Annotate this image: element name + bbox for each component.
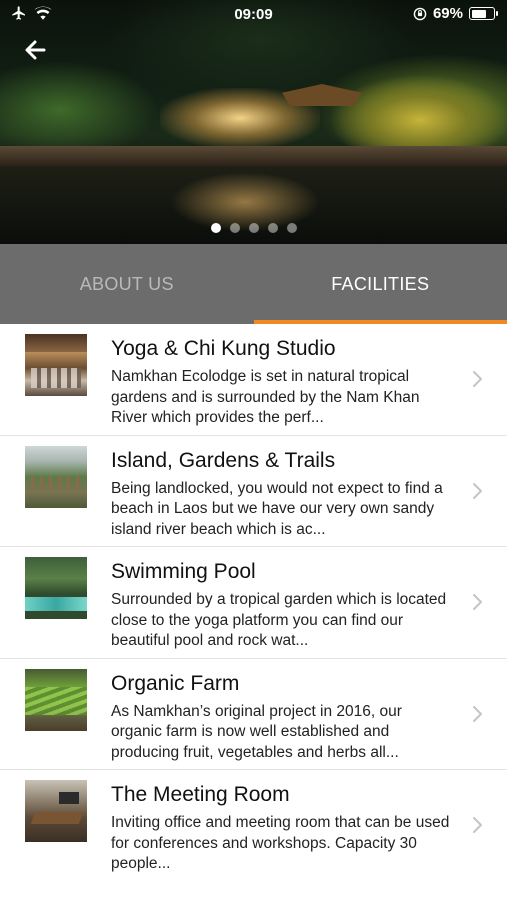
orientation-lock-icon: [413, 7, 427, 20]
facility-title: Organic Farm: [111, 671, 240, 695]
facility-description: Surrounded by a tropical garden which is…: [111, 591, 447, 649]
chevron-right-icon: [473, 371, 482, 387]
tab-facilities[interactable]: FACILITIES: [253, 244, 507, 324]
list-item[interactable]: Yoga & Chi Kung Studio Namkhan Ecolodge …: [0, 324, 507, 436]
carousel-dot[interactable]: [229, 223, 240, 233]
chevron-right-icon: [473, 705, 482, 722]
carousel-pagination: [0, 223, 507, 233]
facility-thumbnail: [25, 780, 87, 842]
hero-riverbank: [0, 146, 507, 166]
facility-description: Being landlocked, you would not expect t…: [111, 479, 443, 538]
carousel-dot[interactable]: [248, 223, 259, 233]
facility-description: Inviting office and meeting room that ca…: [111, 814, 450, 872]
list-item[interactable]: The Meeting Room Inviting office and mee…: [0, 770, 507, 882]
chevron-right-icon: [473, 482, 482, 499]
hero-image[interactable]: [0, 0, 507, 244]
list-item[interactable]: Organic Farm As Namkhan’s original proje…: [0, 659, 507, 770]
carousel-dot[interactable]: [210, 223, 221, 233]
facility-thumbnail: [25, 334, 87, 396]
back-arrow-icon[interactable]: [20, 36, 52, 64]
carousel-dot[interactable]: [267, 223, 278, 233]
facility-title: Swimming Pool: [111, 560, 256, 583]
facility-thumbnail: [25, 445, 87, 508]
carousel-dot[interactable]: [286, 223, 297, 233]
battery-percent: 69%: [432, 5, 463, 22]
tab-about-us[interactable]: ABOUT US: [0, 244, 254, 324]
facility-title: The Meeting Room: [111, 783, 290, 806]
list-item[interactable]: Swimming Pool Surrounded by a tropical g…: [0, 547, 507, 659]
facilities-list: Yoga & Chi Kung Studio Namkhan Ecolodge …: [0, 324, 507, 882]
facility-description: Namkhan Ecolodge is set in natural tropi…: [111, 368, 420, 426]
list-item[interactable]: Island, Gardens & Trails Being landlocke…: [0, 436, 507, 547]
chevron-right-icon: [473, 817, 482, 833]
chevron-right-icon: [473, 594, 482, 610]
tab-bar: ABOUT US FACILITIES: [0, 244, 507, 324]
status-bar: 09:09 69%: [0, 0, 507, 28]
facility-title: Island, Gardens & Trails: [111, 448, 336, 472]
facility-thumbnail: [25, 668, 87, 731]
status-right: 69%: [413, 5, 498, 22]
facility-thumbnail: [25, 557, 87, 619]
facility-description: As Namkhan’s original project in 2016, o…: [111, 702, 402, 761]
facility-title: Yoga & Chi Kung Studio: [111, 337, 336, 360]
battery-icon: [469, 7, 498, 20]
